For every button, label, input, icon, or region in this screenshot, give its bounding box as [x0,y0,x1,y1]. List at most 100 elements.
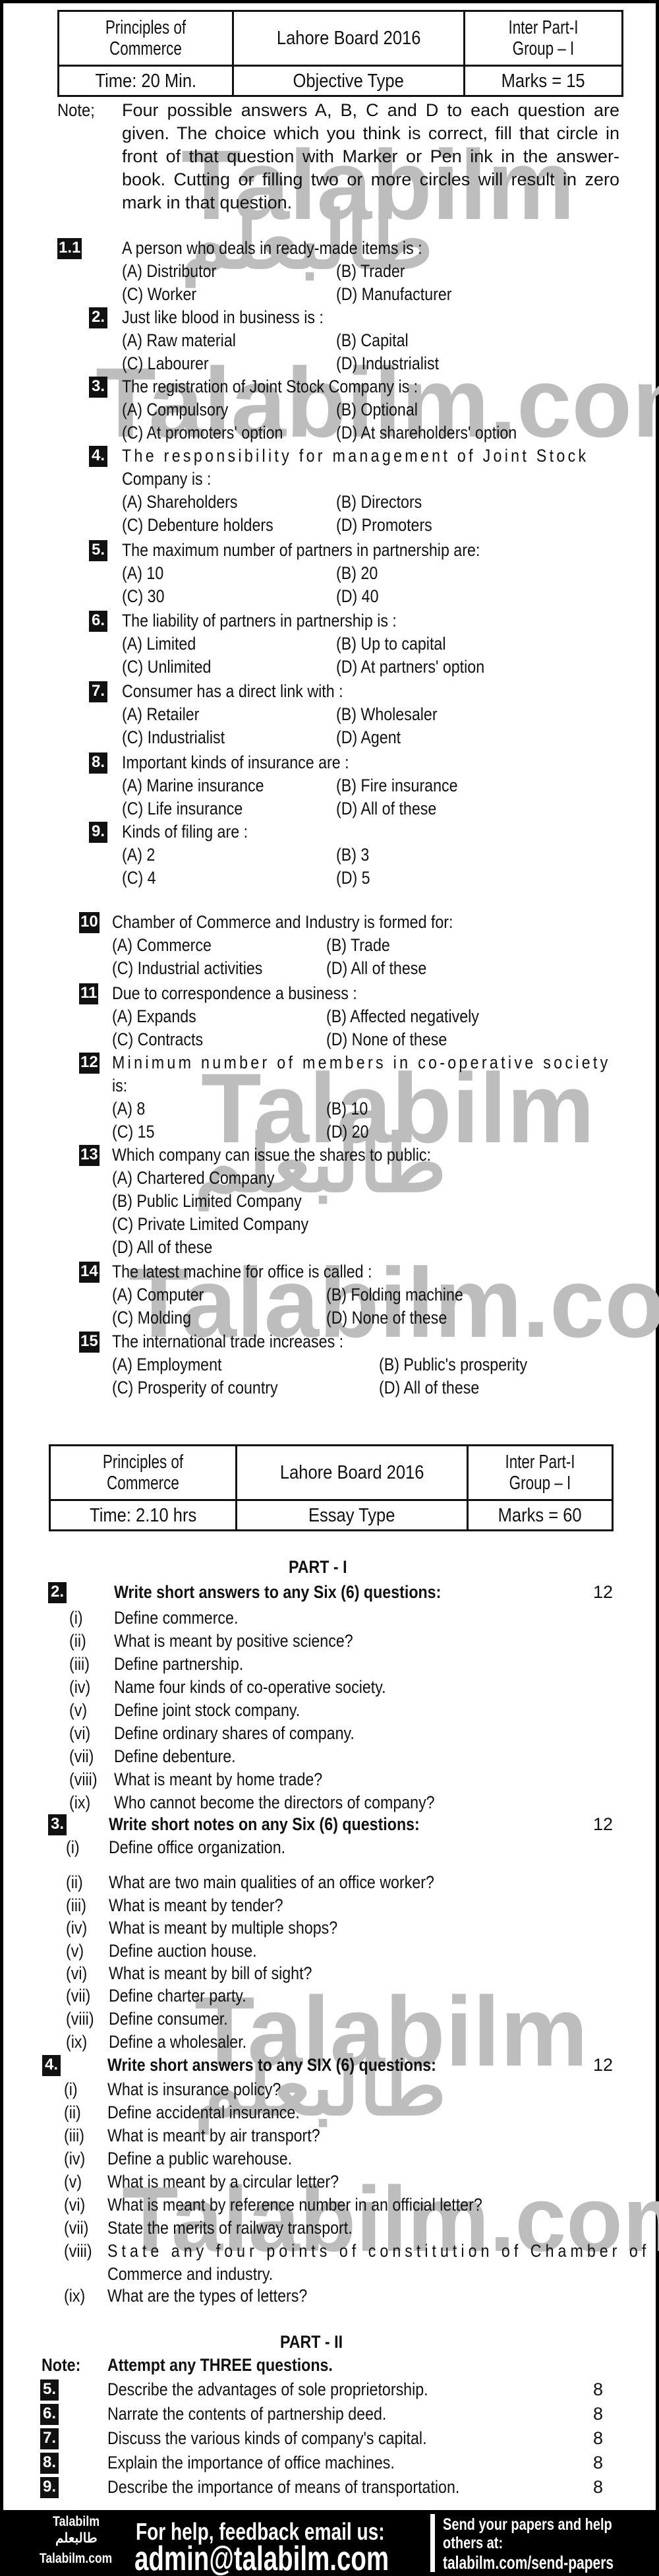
question-number-badge: 1.1 [57,238,82,259]
question-number-badge: 8. [40,2453,59,2474]
question-number-badge: 4. [89,446,107,467]
type-cell: Objective Type [234,67,465,95]
sub-question-number: (vi) [69,1723,91,1743]
sub-question-text: Define a public warehouse. [107,2149,293,2168]
option-c: (C) At promoters' option [122,423,283,443]
option-a: (A) Raw material [122,330,236,350]
option-b: (B) 20 [336,563,378,583]
option-c: (C) 30 [122,586,165,606]
option-c: (C) Labourer [122,353,209,373]
question-text: The maximum number of partners in partne… [122,540,480,560]
option-a: (A) Commerce [112,935,212,955]
sub-question-number: (v) [69,1700,88,1720]
level-cell: Inter Part-I Group – I [505,1452,575,1494]
sub-question-text: What is insurance policy? [107,2079,281,2099]
sub-question-text: Define partnership. [114,1654,244,1674]
sub-question-text: What is meant by positive science? [114,1631,353,1651]
sub-question-number: (iv) [64,2149,86,2168]
note-text: Four possible answers A, B, C and D to e… [122,100,619,212]
sub-question-number: (vii) [64,2218,89,2238]
sub-question-number: (ii) [69,1631,86,1651]
question-text: Consumer has a direct link with : [122,681,343,701]
option-d: (D) 40 [336,586,379,606]
question-text-cont: Company is : [122,469,212,489]
question-text-cont: is: [112,1076,128,1095]
option-b: (B) 10 [326,1099,368,1119]
long-question-text: Describe the advantages of sole propriet… [107,2379,428,2399]
board-cell: Lahore Board 2016 [237,1446,469,1499]
option-d: (D) At shareholders' option [336,423,517,443]
option-c: (C) Life insurance [122,799,243,818]
option-c: (C) 15 [112,1122,155,1142]
question-number-badge: 15 [79,1332,100,1353]
option-a: (A) 8 [112,1099,146,1119]
sub-question-number: (ii) [66,1872,83,1892]
question-marks: 8 [593,2428,604,2448]
option-c: (C) Debenture holders [122,515,273,535]
long-question-text: Describe the importance of means of tran… [107,2477,460,2497]
option-c: (C) Prosperity of country [112,1378,278,1397]
sub-question-number: (vii) [69,1746,94,1766]
note-label: Note; [57,100,95,120]
sub-question-number: (i) [66,1837,80,1857]
sub-question-number: (vi) [66,1963,88,1983]
option-a: (A) Chartered Company [112,1168,275,1188]
question-text: The international trade increases : [112,1332,344,1351]
question-marks: 8 [593,2404,604,2424]
option-c: (C) 4 [122,868,156,888]
question-number-badge: 5. [89,540,107,561]
option-d: (D) All of these [112,1237,213,1257]
question-number-badge: 10 [79,912,100,933]
question-heading: Write short notes on any Six (6) questio… [109,1814,420,1834]
sub-question-number: (iii) [66,1895,86,1915]
question-number-badge: 2. [48,1582,67,1603]
option-a: (A) 10 [122,563,164,583]
sub-question-text: Define auction house. [109,1941,257,1961]
option-d: (D) 5 [336,868,370,888]
option-a: (A) Shareholders [122,492,238,512]
question-text: The liability of partners in partnership… [122,611,397,630]
sub-question-number: (v) [66,1941,84,1961]
sub-question-text: Define charter party. [109,1986,246,2006]
question-marks: 8 [593,2477,604,2497]
option-a: (A) Limited [122,634,196,654]
objective-header-table: Principles of Commerce Lahore Board 2016 … [57,10,623,97]
footer-divider [430,2514,435,2572]
send-papers-link[interactable]: talabilm.com/send-papers [443,2552,614,2573]
question-number-badge: 6. [40,2404,59,2425]
option-b: (B) Capital [336,330,409,350]
option-a: (A) Retailer [122,704,200,724]
sub-question-number: (ix) [64,2286,86,2306]
option-d: (D) Manufacturer [336,284,452,304]
footer-logo-urdu: طالبعلم [55,2531,98,2546]
help-email-link[interactable]: admin@talabilm.com [134,2539,389,2576]
question-number-badge: 3. [89,377,107,398]
sub-question-text: Define accidental insurance. [107,2102,300,2122]
time-cell: Time: 2.10 hrs [51,1501,237,1529]
sub-question-number: (ix) [66,2032,88,2052]
option-b: (B) Trade [326,935,390,955]
sub-question-text: What is meant by reference number in an … [107,2195,482,2215]
question-text: Due to correspondence a business : [112,983,357,1003]
sub-question-text: Define consumer. [109,2009,228,2029]
option-c: (C) Industrial activities [112,958,263,978]
sub-question-text: Define commerce. [114,1608,239,1628]
question-text: The registration of Joint Stock Company … [122,377,418,396]
option-a: (A) Computer [112,1285,204,1304]
sub-question-text: State any four points of constitution of… [107,2241,650,2261]
type-cell: Essay Type [237,1501,469,1529]
option-c: (C) Industrialist [122,727,225,747]
option-b: (B) Up to capital [336,634,446,654]
option-c: (C) Worker [122,284,197,304]
sub-question-number: (ii) [64,2102,81,2122]
sub-question-text: What is meant by home trade? [114,1769,323,1789]
subject-cell: Principles of Commerce [51,1446,237,1499]
sub-question-number: (viii) [64,2241,92,2261]
footer-logo-text: Talabilm [53,2514,100,2529]
subject-cell: Principles of Commerce [59,12,234,65]
board-cell: Lahore Board 2016 [234,12,465,65]
question-number-badge: 6. [89,611,107,632]
question-number-badge: 7. [89,681,107,702]
option-c: (C) Unlimited [122,657,212,677]
sub-question-text: Name four kinds of co-operative society. [114,1677,386,1697]
